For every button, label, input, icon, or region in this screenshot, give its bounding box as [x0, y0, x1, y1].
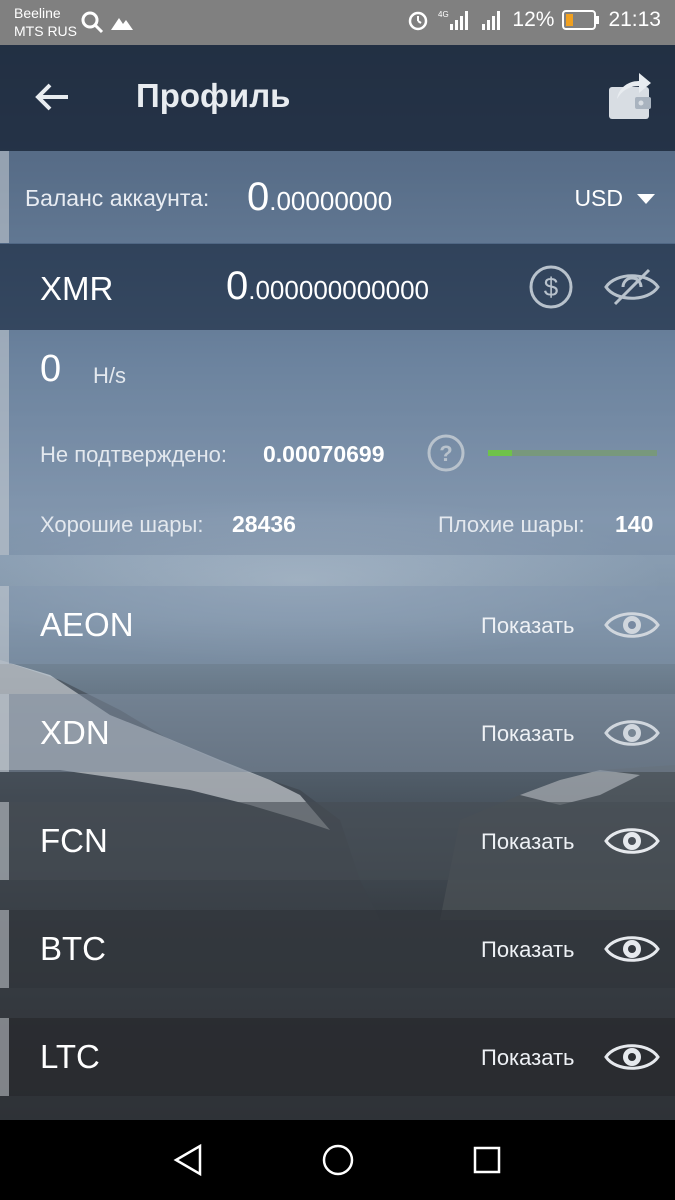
alarm-icon — [409, 11, 428, 31]
status-notification-icons — [80, 10, 134, 34]
eye-icon[interactable] — [603, 712, 661, 754]
good-shares-value: 28436 — [232, 511, 296, 537]
xmr-symbol: XMR — [40, 270, 114, 307]
xmr-int: 0 — [226, 264, 249, 308]
network-label: 4G — [438, 10, 449, 19]
navigation-bar — [0, 1120, 675, 1200]
show-button[interactable]: Показать — [481, 721, 575, 747]
svg-text:$: $ — [544, 272, 559, 302]
account-balance-card: Баланс аккаунта: 0.00000000 USD — [0, 151, 675, 243]
currency-select[interactable]: USD — [574, 185, 655, 212]
back-arrow-icon[interactable] — [30, 75, 74, 119]
mountain-notification-icon — [111, 18, 133, 30]
dollar-icon[interactable]: $ — [528, 264, 574, 310]
card-accent — [0, 694, 9, 772]
eye-icon[interactable] — [603, 1036, 661, 1078]
balance-int: 0 — [247, 175, 270, 219]
eye-icon[interactable] — [603, 820, 661, 862]
carrier-2: MTS RUS — [14, 23, 77, 39]
xmr-frac: .000000000000 — [248, 275, 429, 305]
status-right: 4G 12% 21:13 — [406, 8, 661, 32]
card-accent — [0, 586, 9, 664]
nav-recents-icon[interactable] — [467, 1140, 507, 1180]
coin-symbol: AEON — [40, 606, 134, 643]
xmr-header: XMR 0.000000000000 $ — [0, 244, 675, 330]
unconfirmed-label: Не подтверждено: — [40, 442, 228, 467]
coin-symbol: XDN — [40, 714, 110, 751]
payout-progress-bar — [488, 450, 657, 456]
hashrate-unit: H/s — [93, 363, 126, 388]
battery-percent: 12% — [512, 8, 555, 31]
card-accent — [0, 910, 9, 988]
coin-symbol: LTC — [40, 1038, 100, 1075]
balance-label: Баланс аккаунта: — [25, 185, 210, 211]
coin-symbol: BTC — [40, 930, 106, 967]
card-accent — [0, 802, 9, 880]
help-icon[interactable]: ? — [426, 433, 466, 473]
unconfirmed-value: 0.00070699 — [263, 441, 385, 467]
app-bar: Профиль — [0, 45, 675, 151]
coin-row-btc: BTC Показать — [0, 910, 675, 988]
carrier-1: Beeline — [14, 5, 61, 21]
carrier-info: Beeline MTS RUS — [14, 4, 77, 40]
nav-home-icon[interactable] — [318, 1140, 358, 1180]
coin-row-xdn: XDN Показать — [0, 694, 675, 772]
coin-row-aeon: AEON Показать — [0, 586, 675, 664]
page-title: Профиль — [136, 77, 291, 114]
show-button[interactable]: Показать — [481, 1045, 575, 1071]
balance-frac: .00000000 — [269, 186, 393, 216]
show-button[interactable]: Показать — [481, 937, 575, 963]
currency-label: USD — [574, 185, 623, 211]
coin-row-fcn: FCN Показать — [0, 802, 675, 880]
card-accent — [0, 330, 9, 555]
good-shares-label: Хорошие шары: — [40, 512, 204, 537]
show-button[interactable]: Показать — [481, 829, 575, 855]
eye-icon[interactable] — [603, 928, 661, 970]
xmr-details: 0 H/s Не подтверждено: 0.00070699 ? Хоро… — [0, 330, 675, 555]
eye-icon[interactable] — [603, 604, 661, 646]
bad-shares-value: 140 — [615, 511, 654, 537]
eye-off-icon[interactable] — [603, 266, 661, 308]
search-icon — [81, 11, 104, 34]
wallet-share-icon[interactable] — [607, 69, 653, 121]
nav-back-icon[interactable] — [170, 1140, 210, 1180]
coin-symbol: FCN — [40, 822, 108, 859]
payout-progress-fill — [488, 450, 512, 456]
status-bar: Beeline MTS RUS 4G 12% 21:13 — [0, 0, 675, 45]
show-button[interactable]: Показать — [481, 613, 575, 639]
bad-shares-label: Плохие шары: — [438, 512, 585, 537]
card-accent — [0, 1018, 9, 1096]
hashrate-value: 0 — [40, 348, 62, 390]
signal-4g-icon: 4G — [438, 10, 469, 30]
signal-icon — [482, 11, 501, 30]
dropdown-arrow-icon — [637, 193, 655, 204]
battery-icon — [562, 10, 600, 30]
balance-value: 0.00000000 — [247, 175, 392, 220]
xmr-balance: 0.000000000000 — [226, 264, 429, 309]
svg-text:?: ? — [439, 441, 452, 466]
card-accent — [0, 151, 9, 243]
clock: 21:13 — [608, 8, 661, 31]
coin-row-ltc: LTC Показать — [0, 1018, 675, 1096]
